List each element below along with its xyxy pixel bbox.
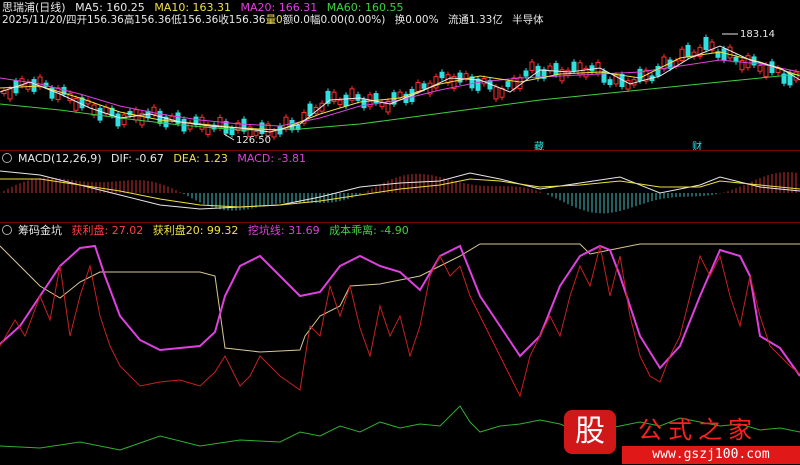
quote-turnover: 换0.00% xyxy=(394,14,439,26)
candle-body xyxy=(757,65,763,72)
candle-body xyxy=(637,68,643,82)
candle-body xyxy=(463,73,469,79)
ma20-value: MA20: 166.31 xyxy=(240,1,318,14)
indicator-settings-icon[interactable] xyxy=(2,153,12,163)
candle-body xyxy=(307,103,313,117)
quote-volume: 量0 xyxy=(265,14,283,26)
candle-body xyxy=(385,100,391,113)
low-price-marker: 126.50 xyxy=(236,135,271,146)
panel-divider xyxy=(0,150,800,151)
candle-body xyxy=(97,107,103,121)
quote-low: 低156.36 xyxy=(171,14,219,26)
candle-body xyxy=(415,81,421,92)
macd-chart[interactable] xyxy=(0,165,800,221)
candlesticks xyxy=(1,34,799,140)
profit-line xyxy=(0,245,800,398)
candle-body xyxy=(397,91,403,99)
ma5-value: MA5: 160.25 xyxy=(75,1,145,14)
macd-histogram xyxy=(3,172,797,214)
ma60-value: MA60: 160.55 xyxy=(326,1,404,14)
candle-body xyxy=(727,46,733,59)
candle-body xyxy=(343,94,349,107)
candle-body xyxy=(493,86,499,100)
logo-glyph: 股 xyxy=(564,410,616,454)
candle-body xyxy=(553,63,559,76)
candle-body xyxy=(745,55,751,69)
candle-body xyxy=(589,65,595,72)
quote-change: 幅0.00(0.00%) xyxy=(309,14,386,26)
candle-body xyxy=(523,70,529,77)
candle-body xyxy=(571,61,577,72)
logo-title: 公式之家 xyxy=(638,416,758,444)
macd-dif: DIF: -0.67 xyxy=(111,152,164,165)
quote-sector: 半导体 xyxy=(512,14,544,26)
candle-body xyxy=(721,48,727,61)
quote-amount: 额0.0 xyxy=(282,14,310,26)
candle-body xyxy=(607,79,613,86)
macd-dea: DEA: 1.23 xyxy=(173,152,228,165)
quote-line: 2025/11/20/四开156.36高156.36低156.36收156.36… xyxy=(2,14,550,27)
macd-label[interactable]: MACD(12,26,9) xyxy=(18,152,102,165)
candle-body xyxy=(505,81,511,87)
candle-body xyxy=(73,97,79,111)
candle-body xyxy=(439,71,445,79)
candle-body xyxy=(271,130,277,138)
quote-float: 流通1.33亿 xyxy=(447,14,503,26)
indicator-settings-icon[interactable] xyxy=(2,225,12,235)
watermark-logo: 股 公式之家 www.gszj100.com xyxy=(560,408,800,465)
candle-body xyxy=(31,79,37,92)
candle-body xyxy=(763,64,769,78)
chart-header: 思瑞浦(日线) MA5: 160.25 MA10: 163.31 MA20: 1… xyxy=(2,1,409,14)
candle-body xyxy=(241,118,247,132)
candle-body xyxy=(769,61,775,74)
candle-body xyxy=(421,83,427,89)
candle-body xyxy=(529,61,535,72)
candle-body xyxy=(685,44,691,57)
candle-body xyxy=(7,88,13,100)
macd-value: MACD: -3.81 xyxy=(237,152,306,165)
candle-body xyxy=(565,69,571,76)
candle-body xyxy=(355,94,361,101)
candle-body xyxy=(517,76,523,90)
ma10-value: MA10: 163.31 xyxy=(154,1,232,14)
candle-body xyxy=(121,114,127,126)
stock-title[interactable]: 思瑞浦(日线) xyxy=(2,1,66,14)
candle-body xyxy=(259,122,265,134)
candle-body xyxy=(703,37,709,50)
candle-body xyxy=(361,99,367,109)
panel-divider xyxy=(0,222,800,223)
candle-body xyxy=(475,78,481,91)
candle-body xyxy=(469,76,475,89)
candle-body xyxy=(337,99,343,105)
quote-close: 收156.36 xyxy=(218,14,266,26)
macd-header: MACD(12,26,9) DIF: -0.67 DEA: 1.23 MACD:… xyxy=(2,152,312,165)
candle-body xyxy=(115,113,121,127)
quote-open: 开156.36 xyxy=(76,14,124,26)
resist-line xyxy=(0,244,800,377)
candle-body xyxy=(511,77,517,90)
high-price-marker: 183.14 xyxy=(740,29,775,40)
quote-high: 高156.36 xyxy=(123,14,172,26)
quote-date: 2025/11/20/四 xyxy=(2,14,77,26)
logo-url[interactable]: www.gszj100.com xyxy=(622,446,800,464)
price-chart[interactable]: 183.14 126.50 xyxy=(0,28,800,150)
candle-body xyxy=(679,48,685,61)
